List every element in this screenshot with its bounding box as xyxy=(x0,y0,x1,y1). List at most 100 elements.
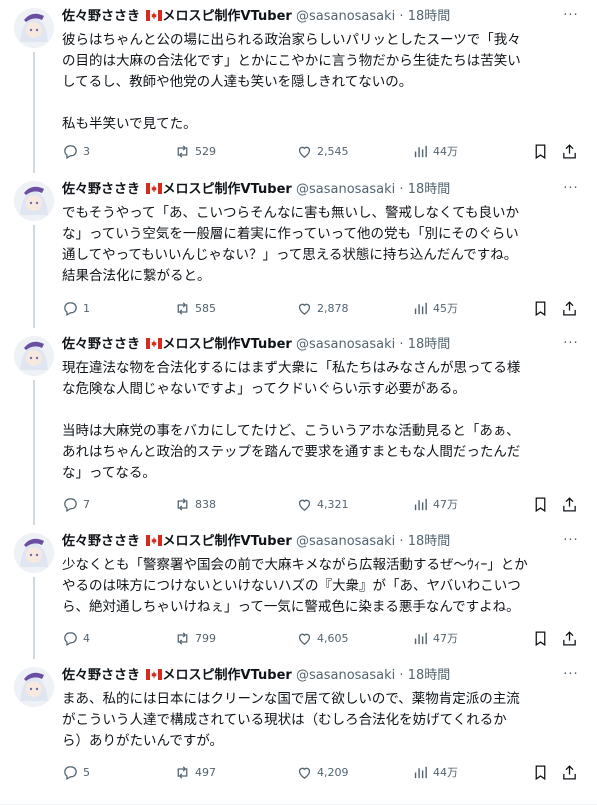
tweet-content: 佐々野ささき メロスピ制作VTuber @sasanosasaki · 18時間… xyxy=(62,336,581,484)
timestamp[interactable]: 18時間 xyxy=(408,182,451,197)
tweet-header: 佐々野ささき メロスピ制作VTuber @sasanosasaki · 18時間 xyxy=(62,181,581,199)
separator: · xyxy=(399,182,404,197)
retweet-count: 838 xyxy=(195,497,216,511)
handle[interactable]: @sasanosasaki xyxy=(296,668,395,683)
tweet-text: 少なくとも「警察署や国会の前で大麻キメながら広報活動するぜ〜ｳｨｰ」とか やるの… xyxy=(62,557,528,615)
tweet[interactable]: 佐々野ささき メロスピ制作VTuber @sasanosasaki · 18時間… xyxy=(0,659,597,805)
more-icon[interactable]: ··· xyxy=(561,336,581,354)
avatar[interactable] xyxy=(14,181,54,221)
display-name[interactable]: 佐々野ささき メロスピ制作VTuber xyxy=(62,182,292,197)
reply-button[interactable]: 5 xyxy=(62,762,90,782)
bookmark-icon xyxy=(535,630,546,646)
reply-button[interactable]: 7 xyxy=(62,494,90,514)
tweet-header: 佐々野ささき メロスピ制作VTuber @sasanosasaki · 18時間 xyxy=(62,8,581,26)
retweet-icon xyxy=(177,765,188,779)
retweet-button[interactable]: 838 xyxy=(174,494,216,514)
display-name[interactable]: 佐々野ささき メロスピ制作VTuber xyxy=(62,668,292,683)
separator: · xyxy=(399,9,404,24)
separator: · xyxy=(399,668,404,683)
retweet-icon xyxy=(177,144,188,158)
heart-icon xyxy=(298,146,311,158)
handle[interactable]: @sasanosasaki xyxy=(296,182,395,197)
bookmark-button[interactable] xyxy=(532,762,549,782)
tweet[interactable]: 佐々野ささき メロスピ制作VTuber @sasanosasaki · 18時間… xyxy=(0,0,597,173)
canada-flag-icon xyxy=(145,183,162,194)
reply-count: 4 xyxy=(83,631,90,645)
like-button[interactable]: 4,321 xyxy=(296,494,349,514)
share-icon xyxy=(563,630,576,646)
handle[interactable]: @sasanosasaki xyxy=(296,534,395,549)
reply-button[interactable]: 4 xyxy=(62,628,90,648)
bookmark-button[interactable] xyxy=(532,141,549,161)
share-icon xyxy=(563,764,576,780)
share-button[interactable] xyxy=(561,494,578,514)
like-button[interactable]: 2,545 xyxy=(296,141,349,161)
views-count: 44万 xyxy=(433,145,458,158)
display-name-text: 佐々野ささき xyxy=(62,668,141,683)
avatar[interactable] xyxy=(14,336,54,376)
like-count: 2,545 xyxy=(317,144,349,158)
timestamp[interactable]: 18時間 xyxy=(408,9,451,24)
retweet-button[interactable]: 497 xyxy=(174,762,216,782)
reply-icon xyxy=(64,301,77,316)
display-name[interactable]: 佐々野ささき メロスピ制作VTuber xyxy=(62,337,292,352)
like-count: 4,209 xyxy=(317,765,349,779)
more-icon[interactable]: ··· xyxy=(561,181,581,199)
reply-button[interactable]: 3 xyxy=(62,141,90,161)
share-button[interactable] xyxy=(561,298,578,318)
views-button[interactable]: 47万 xyxy=(412,494,458,514)
bookmark-button[interactable] xyxy=(532,298,549,318)
views-chart-icon xyxy=(414,632,427,644)
retweet-button[interactable]: 799 xyxy=(174,628,216,648)
avatar[interactable] xyxy=(14,667,54,707)
tweet[interactable]: 佐々野ささき メロスピ制作VTuber @sasanosasaki · 18時間… xyxy=(0,173,597,328)
tweet-actions: 5 497 4,209 44万 xyxy=(62,762,582,782)
heart-icon xyxy=(298,303,311,315)
display-name[interactable]: 佐々野ささき メロスピ制作VTuber xyxy=(62,9,292,24)
more-icon[interactable]: ··· xyxy=(561,8,581,26)
views-chart-icon xyxy=(414,302,427,314)
like-button[interactable]: 4,605 xyxy=(296,628,349,648)
share-icon xyxy=(563,143,576,159)
canada-flag-icon xyxy=(145,669,162,680)
tweet[interactable]: 佐々野ささき メロスピ制作VTuber @sasanosasaki · 18時間… xyxy=(0,328,597,525)
views-button[interactable]: 44万 xyxy=(412,141,458,161)
more-icon[interactable]: ··· xyxy=(561,533,581,551)
timestamp[interactable]: 18時間 xyxy=(408,534,451,549)
handle[interactable]: @sasanosasaki xyxy=(296,337,395,352)
tweet-text: 彼らはちゃんと公の場に出られる政治家らしいパリッとしたスーツで「我々 の目的は大… xyxy=(62,32,521,132)
retweet-button[interactable]: 529 xyxy=(174,141,216,161)
timestamp[interactable]: 18時間 xyxy=(408,668,451,683)
reply-icon xyxy=(64,631,77,646)
share-button[interactable] xyxy=(561,628,578,648)
avatar[interactable] xyxy=(14,533,54,573)
retweet-button[interactable]: 585 xyxy=(174,298,216,318)
tweet[interactable]: 佐々野ささき メロスピ制作VTuber @sasanosasaki · 18時間… xyxy=(0,525,597,659)
like-button[interactable]: 4,209 xyxy=(296,762,349,782)
tweet-actions: 7 838 4,321 47万 xyxy=(62,494,582,514)
thread-line xyxy=(33,225,35,328)
display-name[interactable]: 佐々野ささき メロスピ制作VTuber xyxy=(62,534,292,549)
reply-button[interactable]: 1 xyxy=(62,298,90,318)
views-button[interactable]: 45万 xyxy=(412,298,458,318)
more-icon[interactable]: ··· xyxy=(561,667,581,685)
tweet-actions: 1 585 2,878 45万 xyxy=(62,298,582,318)
handle[interactable]: @sasanosasaki xyxy=(296,9,395,24)
heart-icon xyxy=(298,633,311,645)
share-button[interactable] xyxy=(561,141,578,161)
views-count: 45万 xyxy=(433,302,458,315)
retweet-count: 799 xyxy=(195,631,216,645)
retweet-icon xyxy=(177,631,188,645)
views-button[interactable]: 44万 xyxy=(412,762,458,782)
bookmark-icon xyxy=(535,143,546,159)
views-button[interactable]: 47万 xyxy=(412,628,458,648)
bookmark-button[interactable] xyxy=(532,494,549,514)
share-button[interactable] xyxy=(561,762,578,782)
tweet-content: 佐々野ささき メロスピ制作VTuber @sasanosasaki · 18時間… xyxy=(62,181,581,287)
bookmark-button[interactable] xyxy=(532,628,549,648)
tweet-text: まあ、私的には日本にはクリーンな国で居て欲しいので、薬物肯定派の主流 がこういう… xyxy=(62,691,520,749)
avatar[interactable] xyxy=(14,8,54,48)
timestamp[interactable]: 18時間 xyxy=(408,337,451,352)
tweet-content: 佐々野ささき メロスピ制作VTuber @sasanosasaki · 18時間… xyxy=(62,8,581,135)
like-button[interactable]: 2,878 xyxy=(296,298,349,318)
